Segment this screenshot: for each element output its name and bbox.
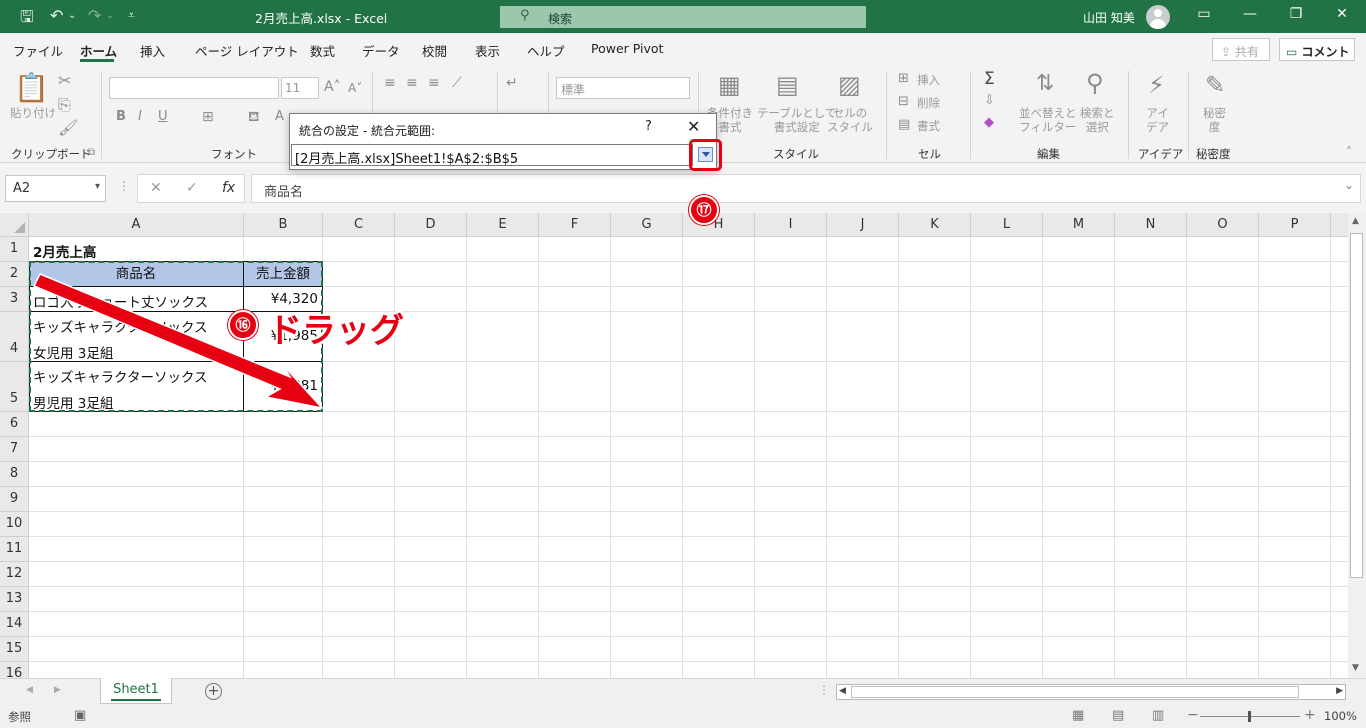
highlight-box (689, 139, 722, 171)
close-button[interactable]: ✕ (687, 117, 700, 136)
range-input[interactable]: [2月売上高.xlsx]Sheet1!$A$2:$B$5 (291, 144, 693, 166)
step-16-badge: ⑯ (228, 310, 258, 340)
help-button[interactable]: ? (645, 119, 652, 134)
step-16-number: ⑯ (228, 310, 258, 340)
consolidate-range-dialog: 統合の設定 - 統合元範囲: ? ✕ [2月売上高.xlsx]Sheet1!$A… (289, 113, 717, 170)
dialog-title: 統合の設定 - 統合元範囲: (299, 124, 436, 138)
step-17-badge: ⑰ (689, 195, 719, 225)
drag-instruction: ドラッグ (268, 311, 404, 351)
drag-arrow-icon (32, 273, 325, 410)
